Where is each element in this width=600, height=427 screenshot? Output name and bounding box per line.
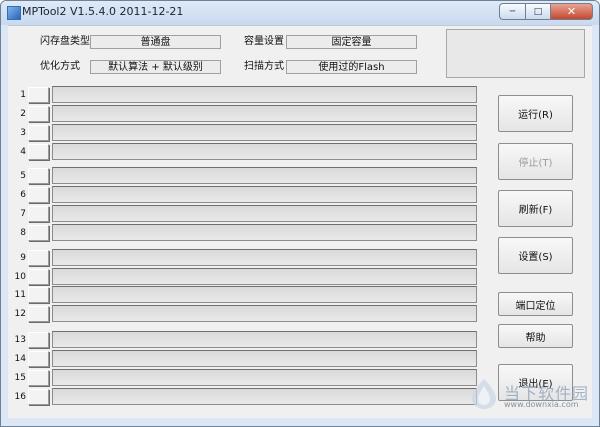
close-icon: ✕ [566,5,577,18]
port-progress-bar [52,331,477,348]
port-locate-button-label: 端口定位 [515,300,556,312]
window-title: MPTool2 V1.5.4.0 2011-12-21 [22,5,184,18]
flash-type-label: 闪存盘类型 [40,36,90,47]
help-button-label: 帮助 [525,332,546,344]
port-progress-bar [52,369,477,386]
run-button[interactable]: 运行(R) [498,95,573,132]
refresh-button-label: 刷新(F) [518,205,553,216]
port-progress-bar [52,124,477,141]
port-button[interactable] [28,250,49,266]
port-progress-bar [52,186,477,203]
capacity-value: 固定容量 [286,35,417,49]
port-button[interactable] [28,370,49,386]
port-number: 10 [14,272,26,282]
title-bar[interactable]: MPTool2 V1.5.4.0 2011-12-21 ─ □ ✕ [1,1,599,25]
port-number: 5 [20,171,26,181]
app-icon [7,6,21,20]
port-number: 12 [14,309,26,319]
port-number: 16 [14,392,26,402]
port-button[interactable] [28,306,49,322]
refresh-button[interactable]: 刷新(F) [498,190,573,227]
port-progress-bar [52,350,477,367]
exit-button-label: 退出(E) [518,379,553,390]
port-progress-bar [52,249,477,266]
port-progress-bar [52,286,477,303]
maximize-button[interactable]: □ [525,3,550,20]
port-progress-bar [52,224,477,241]
port-number: 13 [14,335,26,345]
port-number: 14 [14,354,26,364]
optimize-label: 优化方式 [40,61,80,72]
port-progress-bar [52,205,477,222]
help-button[interactable]: 帮助 [498,324,573,348]
port-number: 6 [20,190,26,200]
port-progress-bar [52,388,477,405]
close-button[interactable]: ✕ [550,3,593,20]
optimize-value: 默认算法 + 默认级别 [90,60,221,74]
flash-type-value: 普通盘 [90,35,221,49]
port-locate-button[interactable]: 端口定位 [498,292,573,316]
port-progress-bar [52,143,477,160]
minimize-button[interactable]: ─ [499,3,525,20]
port-progress-bar [52,268,477,285]
stop-button[interactable]: 停止(T) [498,143,573,180]
port-button[interactable] [28,206,49,222]
port-progress-bar [52,86,477,103]
port-number: 8 [20,228,26,238]
port-number: 7 [20,209,26,219]
port-button[interactable] [28,332,49,348]
app-window: MPTool2 V1.5.4.0 2011-12-21 ─ □ ✕ 闪存盘类型 … [0,0,600,427]
port-button[interactable] [28,106,49,122]
port-button[interactable] [28,187,49,203]
preview-panel [446,29,585,78]
port-number: 1 [20,90,26,100]
scan-label: 扫描方式 [244,61,284,72]
port-button[interactable] [28,287,49,303]
port-button[interactable] [28,87,49,103]
port-button[interactable] [28,144,49,160]
main-panel: 闪存盘类型 普通盘 容量设置 固定容量 优化方式 默认算法 + 默认级别 扫描方… [8,25,592,418]
setup-button-label: 设置(S) [518,252,553,263]
capacity-label: 容量设置 [244,36,284,47]
stop-button-label: 停止(T) [518,158,553,169]
port-number: 2 [20,109,26,119]
port-button[interactable] [28,389,49,405]
port-number: 11 [14,290,26,300]
port-button[interactable] [28,168,49,184]
port-number: 9 [20,253,26,263]
minimize-icon: ─ [509,6,516,17]
window-controls: ─ □ ✕ [499,3,593,21]
port-button[interactable] [28,351,49,367]
port-progress-bar [52,305,477,322]
port-progress-bar [52,167,477,184]
port-number: 3 [20,128,26,138]
port-button[interactable] [28,269,49,285]
port-button[interactable] [28,125,49,141]
setup-button[interactable]: 设置(S) [498,237,573,274]
port-button[interactable] [28,225,49,241]
port-number: 15 [14,373,26,383]
run-button-label: 运行(R) [518,110,553,121]
exit-button[interactable]: 退出(E) [498,364,573,401]
maximize-icon: □ [533,6,543,17]
port-progress-bar [52,105,477,122]
scan-value: 使用过的Flash [286,60,417,74]
port-number: 4 [20,147,26,157]
